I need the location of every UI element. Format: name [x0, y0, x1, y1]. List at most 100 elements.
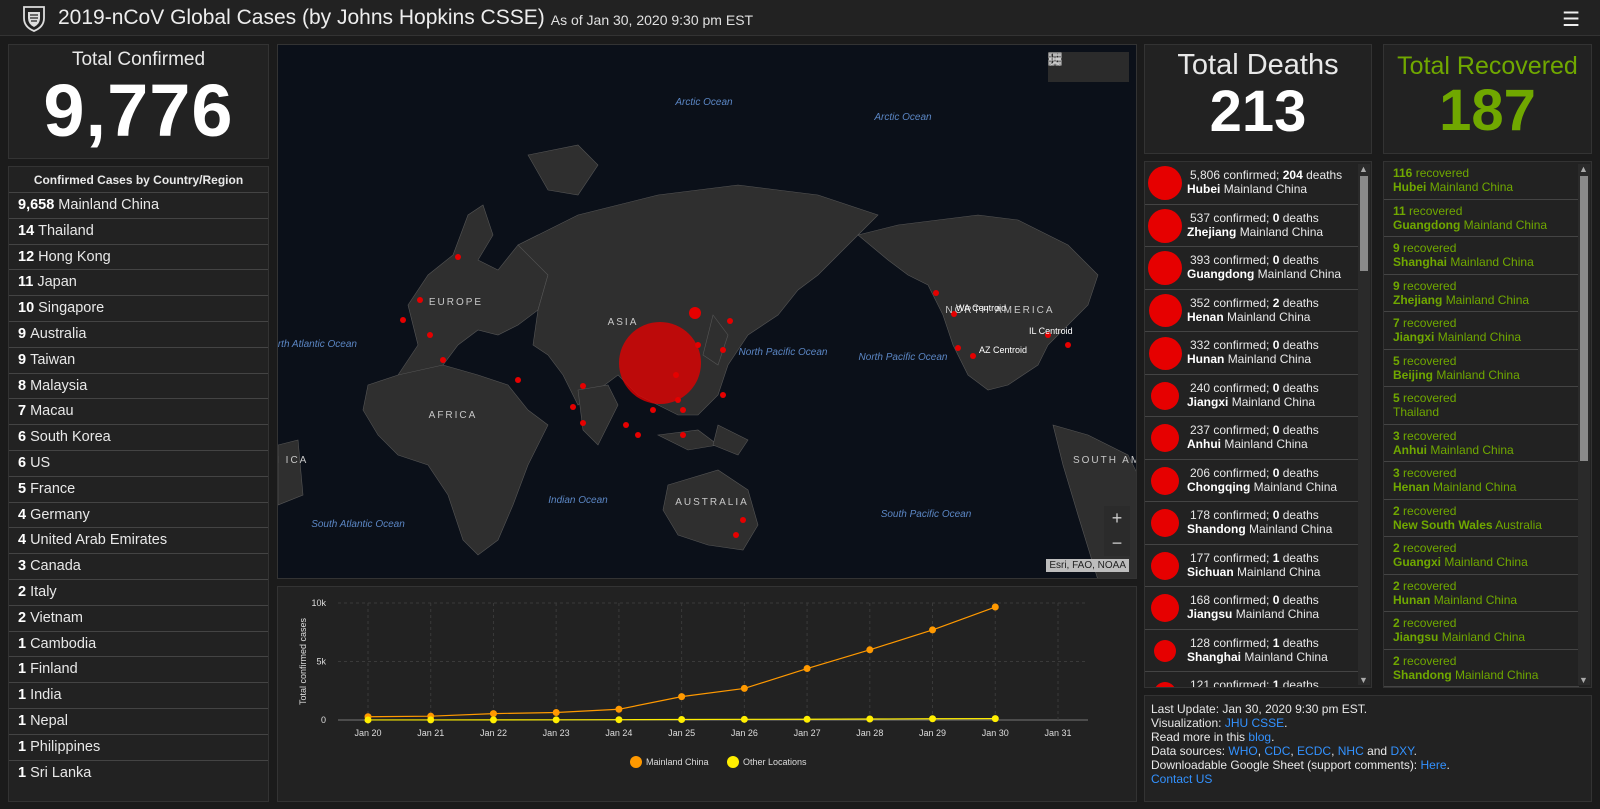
country-list-item[interactable]: 1 Philippines [9, 733, 268, 760]
province-list-item[interactable]: 237 confirmed; 0 deaths Anhui Mainland Ch… [1145, 417, 1359, 460]
country-name: United Arab Emirates [30, 532, 168, 549]
recovered-list-item[interactable]: 3 recovered Henan Mainland China [1384, 462, 1579, 500]
country-list-item[interactable]: 6 South Korea [9, 424, 268, 450]
recovered-list-item[interactable]: 9 recovered Zhejiang Mainland China [1384, 275, 1579, 312]
recovered-list-item[interactable]: 11 recovered Guangdong Mainland China [1384, 200, 1579, 237]
total-recovered-panel: Total Recovered 187 [1383, 44, 1592, 154]
recovered-location: Guangxi Mainland China [1393, 555, 1528, 569]
total-recovered-value: 187 [1439, 78, 1536, 143]
country-name: India [30, 687, 62, 704]
country-list-item[interactable]: 2 Vietnam [9, 604, 268, 631]
recovered-list-scrollbar[interactable]: ▲ ▼ [1578, 164, 1590, 685]
recovered-list-item[interactable]: 2 recovered Guangxi Mainland China [1384, 537, 1579, 575]
recovered-count-line: 3 recovered [1393, 466, 1457, 480]
list-icon[interactable] [1049, 54, 1096, 74]
x-tick-label: Jan 22 [480, 728, 507, 738]
province-list-item[interactable]: 537 confirmed; 0 deaths Zhejiang Mainland… [1145, 205, 1359, 247]
recovered-list-item[interactable]: 3 recovered Anhui Mainland China [1384, 425, 1579, 462]
country-count: 1 [18, 661, 27, 678]
recovered-count-line: 2 recovered [1393, 541, 1457, 555]
x-tick-label: Jan 24 [605, 728, 632, 738]
scroll-down-icon[interactable]: ▼ [1359, 675, 1368, 685]
x-tick-label: Jan 29 [919, 728, 946, 738]
province-list-item[interactable]: 178 confirmed; 0 deaths Shandong Mainland… [1145, 502, 1359, 545]
country-list-item[interactable]: 1 Finland [9, 656, 268, 682]
blog-link[interactable]: blog [1248, 730, 1271, 744]
country-list-item[interactable]: 4 United Arab Emirates [9, 527, 268, 553]
province-list-scrollbar[interactable]: ▲ ▼ [1358, 164, 1370, 685]
data-point [991, 715, 999, 723]
province-list-item[interactable]: 206 confirmed; 0 deaths Chongqing Mainlan… [1145, 460, 1359, 502]
country-list-item[interactable]: 14 Thailand [9, 217, 268, 244]
scroll-up-icon[interactable]: ▲ [1359, 164, 1368, 174]
recovered-list-item[interactable]: 5 recovered Beijing Mainland China [1384, 350, 1579, 387]
scrollbar-thumb[interactable] [1580, 176, 1588, 461]
recovered-list-item[interactable]: 5 recovered Thailand [1384, 387, 1579, 425]
zoom-in-button[interactable]: + [1104, 506, 1130, 531]
google-sheet-link[interactable]: Here [1420, 758, 1446, 772]
world-map[interactable]: Arctic Ocean Arctic Ocean North Atlantic… [277, 44, 1137, 579]
province-list-item[interactable]: 168 confirmed; 0 deaths Jiangsu Mainland … [1145, 587, 1359, 630]
recovered-list-item[interactable]: 7 recovered Jiangxi Mainland China [1384, 312, 1579, 350]
province-list-item[interactable]: 121 confirmed; 1 deaths [1145, 672, 1359, 687]
nhc-link[interactable]: NHC [1338, 744, 1364, 758]
province-list-item[interactable]: 332 confirmed; 0 deaths Hunan Mainland Ch… [1145, 332, 1359, 375]
country-list-item[interactable]: 9 Australia [9, 320, 268, 347]
recovered-list-item[interactable]: 9 recovered Shanghai Mainland China [1384, 237, 1579, 275]
country-list-item[interactable]: 9 Taiwan [9, 346, 268, 373]
province-list-item[interactable]: 177 confirmed; 1 deaths Sichuan Mainland … [1145, 545, 1359, 587]
country-list-item[interactable]: 1 Cambodia [9, 630, 268, 657]
country-list-item[interactable]: 1 Nepal [9, 707, 268, 734]
dxy-link[interactable]: DXY [1390, 744, 1413, 758]
country-list-item[interactable]: 12 Hong Kong [9, 243, 268, 270]
country-count: 6 [18, 429, 27, 446]
country-name: Malaysia [30, 377, 88, 394]
province-list-panel[interactable]: 5,806 confirmed; 204 deaths Hubei Mainlan… [1144, 161, 1372, 688]
zoom-out-button[interactable]: − [1104, 531, 1130, 556]
country-list-item[interactable]: 1 India [9, 682, 268, 708]
recovered-list-panel[interactable]: 116 recovered Hubei Mainland China 11 reco… [1383, 161, 1592, 688]
ecdc-link[interactable]: ECDC [1297, 744, 1331, 758]
country-count: 9,658 [18, 197, 55, 213]
province-list-item[interactable]: 240 confirmed; 0 deaths Jiangxi Mainland … [1145, 375, 1359, 417]
recovered-count-line: 2 recovered [1393, 616, 1457, 630]
scroll-down-icon[interactable]: ▼ [1579, 675, 1588, 685]
country-list-item[interactable]: 5 France [9, 475, 268, 502]
recovered-list-item[interactable]: 2 recovered Jiangsu Mainland China [1384, 612, 1579, 650]
country-name: Thailand [38, 222, 94, 239]
country-name: Cambodia [30, 635, 97, 652]
country-list-item[interactable]: 9,658 Mainland China [9, 192, 268, 218]
country-list-item[interactable]: 7 Macau [9, 398, 268, 424]
country-list-item[interactable]: 8 Malaysia [9, 372, 268, 399]
scrollbar-thumb[interactable] [1360, 176, 1368, 271]
province-list-item[interactable]: 393 confirmed; 0 deaths Guangdong Mainlan… [1145, 247, 1359, 290]
province-stats: 178 confirmed; 0 deaths [1190, 508, 1319, 522]
recovered-list-item[interactable]: 2 recovered Shandong Mainland China [1384, 650, 1579, 687]
country-name: Vietnam [30, 609, 84, 626]
contact-us-link[interactable]: Contact US [1151, 772, 1212, 786]
country-list-item[interactable]: 2 Italy [9, 578, 268, 605]
jhu-csse-link[interactable]: JHU CSSE [1225, 716, 1284, 730]
recovered-count-line: 3 recovered [1393, 428, 1457, 443]
country-list-item[interactable]: 6 US [9, 449, 268, 476]
recovered-list-item[interactable]: 2 recovered New South Wales Australia [1384, 500, 1579, 537]
country-list-item[interactable]: 4 Germany [9, 501, 268, 528]
country-list-item[interactable]: 11 Japan [9, 269, 268, 295]
hamburger-menu-icon[interactable]: ☰ [1562, 7, 1580, 32]
province-list-item[interactable]: 352 confirmed; 2 deaths Henan Mainland Ch… [1145, 290, 1359, 332]
recovered-list-item[interactable]: 116 recovered Hubei Mainland China [1384, 162, 1579, 200]
country-list-item[interactable]: 10 Singapore [9, 295, 268, 321]
recovered-count-line: 2 recovered [1393, 578, 1457, 593]
hubei-case-bubble[interactable] [619, 322, 701, 404]
country-list-item[interactable]: 3 Canada [9, 553, 268, 579]
country-count: 8 [18, 377, 27, 394]
scroll-up-icon[interactable]: ▲ [1579, 164, 1588, 174]
country-list-item[interactable]: 1 Sri Lanka [9, 759, 268, 786]
province-list-item[interactable]: 128 confirmed; 1 deaths Shanghai Mainland… [1145, 630, 1359, 672]
recovered-list-item[interactable]: 2 recovered Hunan Mainland China [1384, 575, 1579, 612]
province-list-item[interactable]: 5,806 confirmed; 204 deaths Hubei Mainlan… [1145, 162, 1359, 205]
who-link[interactable]: WHO [1228, 744, 1257, 758]
grid-icon[interactable] [1048, 52, 1123, 74]
recovered-location: Shanghai Mainland China [1393, 255, 1534, 269]
cdc-link[interactable]: CDC [1264, 744, 1290, 758]
